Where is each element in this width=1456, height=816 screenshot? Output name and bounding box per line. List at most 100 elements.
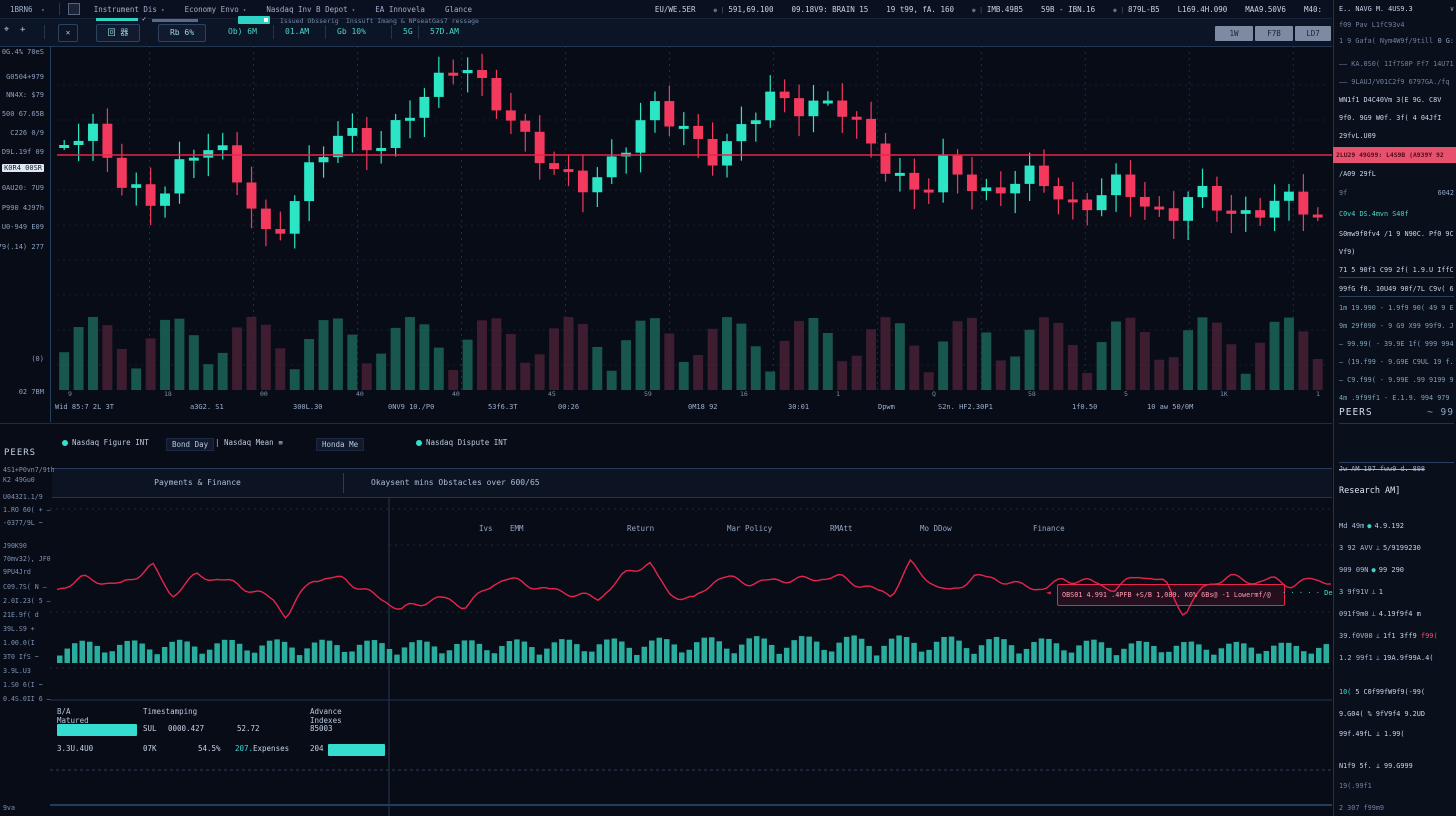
research-row: Md 49m●4.9.192 (1339, 522, 1454, 530)
indicator-volume-bar (1001, 639, 1006, 663)
peer-row[interactable]: 3.9L.U3 (3, 667, 31, 675)
peer-row[interactable]: 9PU4Jrd (3, 568, 31, 576)
peer-row[interactable]: 9va (3, 804, 15, 812)
candle (189, 158, 199, 161)
peer-row[interactable]: J90K90 (3, 542, 27, 550)
toolbar-button[interactable]: 回 器 (96, 24, 140, 42)
research-row: 3 92 AVV⊥5/9199230 (1339, 544, 1454, 552)
peer-row[interactable]: U04321.1/9 (3, 493, 43, 501)
toolbar-button[interactable]: Rb 6% (158, 24, 206, 42)
peer-row[interactable]: 4S1+P0vn7/9th (3, 466, 55, 474)
legend-item[interactable]: Honda Me (316, 438, 364, 451)
sidebar-line: 0 G:1 9 Gafa( Nym4W9f/9till (1339, 37, 1454, 45)
tab-obstacles[interactable]: Okaysent mins Obstacles over 600/65 (371, 469, 540, 497)
menu-item[interactable]: Nasdaq Inv B Depot▾ (266, 5, 355, 14)
menu-item[interactable]: Economy Envo▾ (185, 5, 247, 14)
interval-item[interactable]: 5G (403, 27, 413, 36)
volume-bar (419, 324, 429, 390)
legend-item[interactable]: Nasdaq Dispute INT (416, 438, 507, 447)
sidebar-line: –– KA.0S0( 1If7S0P Ff7 14U71A2( (1339, 60, 1454, 68)
range-button[interactable]: 1W (1215, 26, 1253, 41)
peer-row[interactable]: 21E.9f( d (3, 611, 39, 619)
ticker-item: ● |879L-B5 (1113, 5, 1159, 14)
alert-row[interactable]: 2LU29 49G99: L4S9B (A939Y 92 (1333, 147, 1456, 163)
menu-item[interactable]: Instrument Dis▾ (94, 5, 165, 14)
sidebar-line-text: – 99.99( - 39.9E 1f( 999 994L (1339, 340, 1454, 348)
interval-item[interactable]: Gb 10% (337, 27, 366, 36)
peer-row[interactable]: 1.RO 60( + – (3, 506, 51, 514)
x-axis-dates: Wid 85:7 2L 3Ta3G2. S1300L.300NV9 10./P0… (50, 390, 1332, 420)
indicator-volume-bar (1271, 646, 1276, 663)
add-tool-icon[interactable]: + (20, 25, 25, 35)
marker-icon: ⊥ (1376, 544, 1380, 552)
volume-bar (1169, 357, 1179, 390)
menu-item[interactable]: Glance (445, 5, 472, 14)
candle (1097, 195, 1107, 210)
sidebar-line-text: 71 5 90f1 C99 2f( 1.9.U IffC9 (1339, 266, 1454, 274)
menu-label: Instrument Dis (94, 5, 157, 14)
sidebar-line: 29fvL.U09 (1339, 132, 1454, 140)
sidebar-line-text: Research AM] (1339, 486, 1400, 496)
peer-row[interactable]: -0377/9L ~ (3, 519, 43, 527)
sidebar-list-item[interactable]: – C9.f99( - 9.99E .99 9199 9C14( (1339, 376, 1454, 384)
indicator-volume-bar (1031, 642, 1036, 663)
candlestick-chart[interactable] (50, 46, 1332, 422)
peer-row[interactable]: 39L.S9 + (3, 625, 35, 633)
brand-menu[interactable]: 1BRN6 ▾ (10, 5, 45, 14)
indicator-volume-bar (417, 640, 422, 663)
crosshair-tool-icon[interactable]: ⌖ (4, 25, 9, 35)
menu-item[interactable]: EA Innovela (375, 5, 425, 14)
sidebar-list-item[interactable]: 1m 19.990 - 1.9f9 90( 49 9 E.C 9ffl (1339, 304, 1454, 312)
indicator-volume-bar (1301, 651, 1306, 663)
sidebar-line-text: 1 9 Gafa( Nym4W9f/9till (1339, 37, 1433, 45)
volume-bar (1068, 345, 1078, 390)
sidebar-list-item[interactable]: 4m .9f99f1 - E.1.9. 994 979 779( (1339, 394, 1454, 402)
candle (636, 120, 646, 153)
indicator-volume-bar (1196, 644, 1201, 663)
interval-item[interactable]: 57D.AM (430, 27, 459, 36)
teal-badge[interactable] (238, 16, 270, 24)
indicator-chart[interactable] (50, 497, 1332, 816)
peer-row[interactable]: 2.0I.23( 5 – (3, 597, 51, 605)
candle (520, 121, 530, 132)
interval-item[interactable]: 01.AM (285, 27, 309, 36)
volume-bar (189, 335, 199, 390)
peer-row[interactable]: 70mv32), JF0 (3, 555, 51, 563)
peer-row[interactable]: 1.00.0(I (3, 639, 35, 647)
legend-item[interactable]: | Nasdaq Mean ≡ (215, 438, 283, 447)
candle (59, 145, 69, 148)
volume-bar (996, 360, 1006, 390)
legend-item[interactable]: Nasdaq Figure INT (62, 438, 149, 447)
indicator-volume-bar (716, 641, 721, 663)
interval-item[interactable]: Ob) 6M (228, 27, 257, 36)
peer-row[interactable]: 0.4S.0II 6 – (3, 695, 51, 703)
range-button[interactable]: F7B (1255, 26, 1293, 41)
annotation-arrow-icon: ◄ (1046, 588, 1051, 597)
peer-row[interactable]: 3T0 IfS ~ (3, 653, 39, 661)
indicator-volume-bar (1189, 642, 1194, 663)
badge-square-icon (264, 18, 268, 22)
volume-bar (953, 321, 963, 390)
indicator-volume-bar (941, 637, 946, 663)
marker-icon: ⊥ (1376, 632, 1380, 640)
sidebar-list-item[interactable]: – (19.f99 - 9.G9E C9UL 19 f.C19f 9 (1339, 358, 1454, 366)
legend-item[interactable]: Bond Day (166, 438, 214, 451)
indicator-volume-bar (1069, 653, 1074, 663)
range-button[interactable]: LD7 (1295, 26, 1331, 41)
brand-label: 1BRN6 (10, 5, 33, 14)
indicator-volume-bar (1009, 645, 1014, 663)
remove-tool-button[interactable]: ✕ (58, 24, 78, 42)
peer-row[interactable]: 1.S0 6(I ~ (3, 681, 43, 689)
chart-annotation[interactable]: OBS01 4.991 .4PFB +S/B 1,089. K0% 6Bs@ -… (1057, 584, 1285, 606)
indicator-volume-bar (1226, 644, 1231, 663)
sidebar-list-item[interactable]: 9m 29f090 - 9 G9 X99 99f9. J19 99f1.90 (1339, 322, 1454, 330)
volume-bar (938, 341, 948, 390)
indicator-volume-bar (709, 637, 714, 663)
sidebar-list-item[interactable]: – 99.99( - 39.9E 1f( 999 994L (1339, 340, 1454, 348)
indicator-volume-bar (784, 648, 789, 663)
indicator-volume-bar (94, 646, 99, 663)
tab-payments-finance[interactable]: Payments & Finance (52, 469, 343, 497)
peer-row[interactable]: C09.7S( N – (3, 583, 47, 591)
peer-row[interactable]: K2 49Gu0 (3, 476, 35, 484)
indicator-volume-bar (657, 638, 662, 663)
